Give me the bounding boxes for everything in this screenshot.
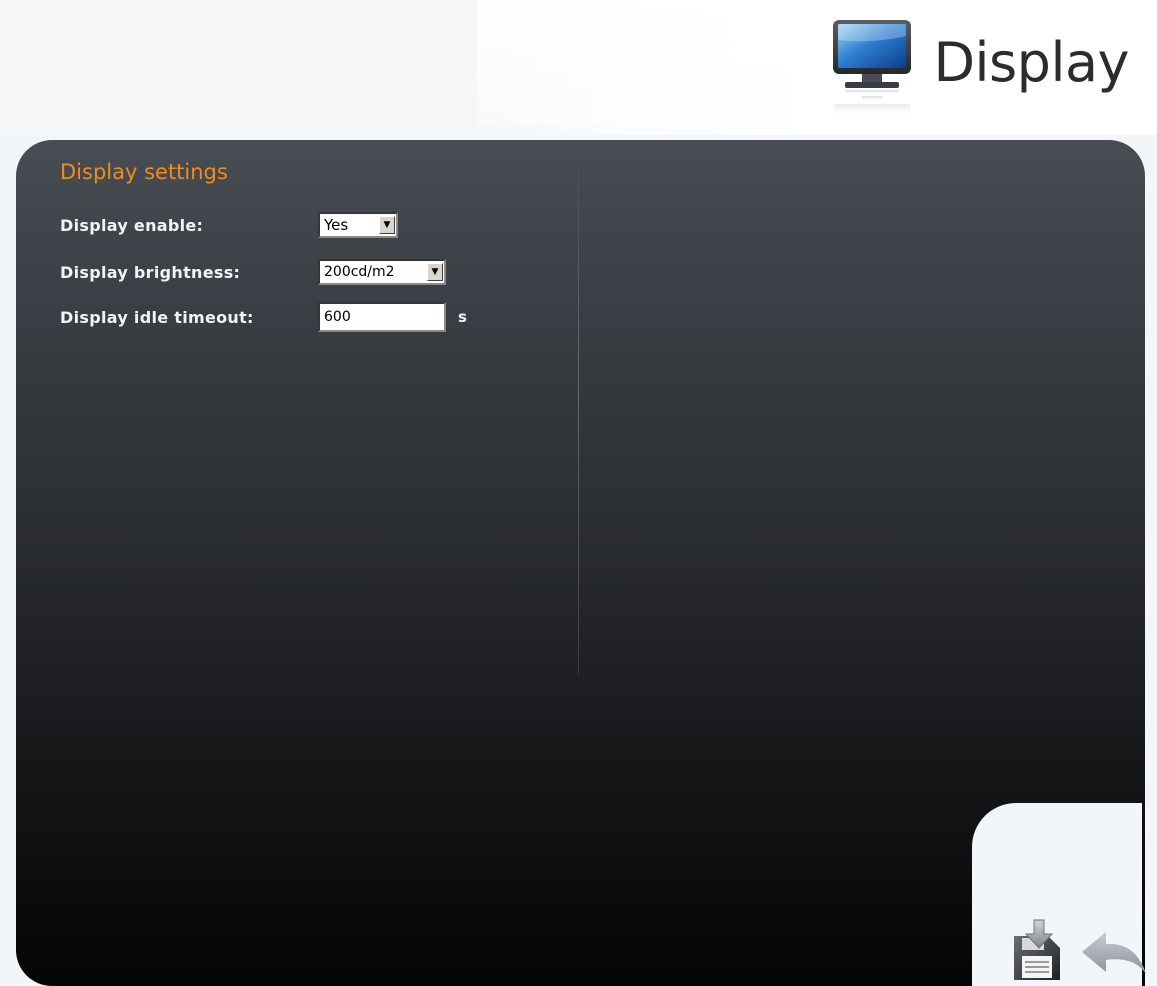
display-brightness-row: Display brightness: 200cd/m2 ▼: [60, 257, 446, 287]
display-idle-timeout-input[interactable]: [318, 302, 446, 332]
display-idle-timeout-label: Display idle timeout:: [60, 307, 254, 327]
display-brightness-label: Display brightness:: [60, 262, 241, 282]
section-title: Display settings: [60, 160, 228, 184]
column-divider: [578, 162, 579, 674]
display-enable-row: Display enable: Yes ▼: [60, 210, 398, 240]
display-brightness-value: 200cd/m2: [324, 264, 395, 280]
display-idle-timeout-row: Display idle timeout: s: [60, 302, 467, 332]
page-header: Display: [0, 0, 1157, 135]
monitor-icon: [833, 20, 912, 116]
chevron-down-icon[interactable]: ▼: [379, 216, 395, 234]
display-enable-select[interactable]: Yes ▼: [318, 212, 398, 238]
display-enable-value: Yes: [324, 216, 349, 234]
chevron-down-icon[interactable]: ▼: [427, 263, 443, 281]
page-title-group: Display: [831, 18, 1129, 118]
idle-timeout-unit: s: [458, 308, 467, 326]
display-brightness-select[interactable]: 200cd/m2 ▼: [318, 259, 446, 285]
save-icon[interactable]: [1010, 918, 1064, 982]
back-arrow-icon[interactable]: [1080, 928, 1148, 980]
page-title: Display: [933, 30, 1129, 94]
display-enable-label: Display enable:: [60, 215, 204, 235]
